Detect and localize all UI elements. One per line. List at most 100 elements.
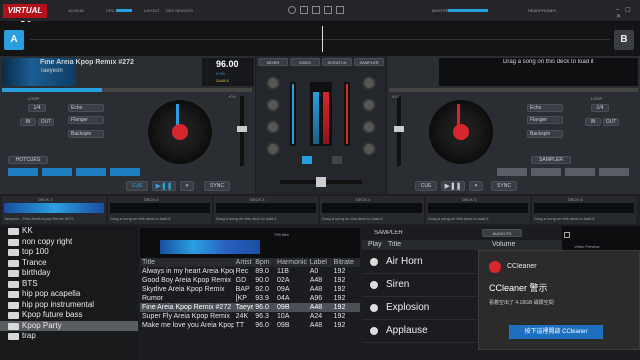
deck-b-progress[interactable] — [389, 88, 638, 92]
deck-a-loop-in[interactable]: IN — [20, 118, 36, 126]
deck-b-sync-button[interactable]: SYNC — [491, 181, 517, 191]
broadcast-icon[interactable] — [300, 6, 308, 14]
deck-a-letter[interactable]: A — [4, 30, 24, 50]
deck-b-loop-out[interactable]: OUT — [603, 118, 619, 126]
deck-a-effect-2[interactable]: Flanger — [68, 116, 104, 124]
deck-b-low-knob[interactable] — [362, 142, 376, 156]
table-row[interactable]: Good Boy Areia Kpop Remix GD 90.0 02A A48 192 — [140, 276, 360, 285]
mini-deck[interactable]: DECK 2 Drag a song on this deck to load i… — [108, 196, 212, 224]
deck-b-cue-button[interactable]: CUE — [415, 181, 437, 191]
sampler-bank[interactable]: AUDIO FX — [482, 229, 522, 237]
mixer-icon[interactable] — [336, 6, 344, 14]
crossfader-handle[interactable] — [316, 177, 326, 187]
sampler-pad[interactable] — [531, 168, 561, 176]
deck-a-sync-icon[interactable]: ✶ — [180, 181, 194, 191]
deck-a-loop-size[interactable]: 1/4 — [28, 104, 46, 112]
layout-label[interactable]: LAYOUT — [144, 8, 160, 14]
deck-b-mid-knob[interactable] — [362, 120, 376, 134]
deck-b-gain-knob[interactable] — [362, 76, 376, 90]
deck-a-volume-fader[interactable] — [290, 82, 296, 146]
sample-play-icon[interactable] — [370, 281, 378, 289]
deck-a-pitch-slider[interactable] — [237, 96, 247, 166]
ccleaner-notification[interactable]: CCleaner CCleaner 警示 看着空出了 4.18GB 磁碟空間 按… — [478, 250, 640, 350]
deck-b-high-knob[interactable] — [362, 98, 376, 112]
table-row[interactable]: Always in my heart Areia Kpop Rec 89.0 11B A… — [140, 267, 360, 276]
table-row[interactable]: Make me love you Areia Kpop TT 96.0 09B A48 1… — [140, 321, 360, 330]
folder-item[interactable]: Kpop Party — [0, 320, 138, 331]
mini-deck[interactable]: DECK 1 Taeyeon - Fine Areia Kpop Remix #2… — [2, 196, 106, 224]
layout-icon[interactable] — [312, 6, 320, 14]
deck-a-jogwheel[interactable] — [148, 100, 212, 164]
deck-a-effect-1[interactable]: Echo — [68, 104, 104, 112]
deck-a-headphone-cue[interactable] — [302, 156, 312, 164]
hotcue-pad[interactable] — [42, 168, 72, 176]
deck-a-progress[interactable] — [2, 88, 252, 92]
deck-b-sampler-mode[interactable]: SAMPLER — [531, 156, 571, 164]
deck-b-effect-1[interactable]: Echo — [527, 104, 563, 112]
sampler-pad[interactable] — [497, 168, 527, 176]
column-header[interactable]: Harmonic — [275, 258, 308, 267]
deck-b-play-button[interactable]: ▶❚❚ — [441, 181, 465, 191]
layout-value[interactable]: DEV DEVICES — [166, 8, 193, 14]
deck-a-low-knob[interactable] — [266, 142, 280, 156]
deck-b-effect-3[interactable]: Backspin — [527, 130, 563, 138]
sample-play-icon[interactable] — [370, 304, 378, 312]
master-volume[interactable] — [448, 9, 488, 12]
deck-b-sync-icon[interactable]: ✶ — [469, 181, 483, 191]
deck-b-loop-size[interactable]: 1/4 — [591, 104, 609, 112]
column-header[interactable]: Artist — [233, 258, 254, 267]
deck-a-high-knob[interactable] — [266, 98, 280, 112]
table-row[interactable]: Super Fly Areia Kpop Remix 24K 96.3 10A A24 1… — [140, 312, 360, 321]
table-row[interactable]: Skydive Areia Kpop Remix BAP 92.0 09A A48 192 — [140, 285, 360, 294]
folder-item[interactable]: BTS — [0, 279, 138, 290]
mini-deck[interactable]: DECK 5 Drag a song on this deck to load i… — [426, 196, 530, 224]
column-header[interactable]: Title — [140, 258, 234, 267]
tab-video[interactable]: VIDEO — [290, 58, 320, 66]
deck-a-cue-button[interactable]: CUE — [126, 181, 148, 191]
folder-item[interactable]: hip pop acapella — [0, 289, 138, 300]
folder-item[interactable]: trap — [0, 331, 138, 342]
ccleaner-open-button[interactable]: 按下這裡開啟 CCleaner — [509, 325, 603, 339]
hotcue-pad[interactable] — [110, 168, 140, 176]
crossfader[interactable] — [280, 177, 362, 187]
deck-b-pitch-slider[interactable] — [394, 96, 404, 166]
column-header[interactable]: Label — [307, 258, 332, 267]
deck-b-volume-fader[interactable] — [344, 82, 350, 146]
window-controls[interactable]: – ▢ ✕ — [616, 6, 636, 20]
deck-a-pitch-handle[interactable] — [237, 126, 247, 132]
deck-b-headphone-cue[interactable] — [332, 156, 342, 164]
video-icon[interactable] — [324, 6, 332, 14]
deck-b-loop-in[interactable]: IN — [585, 118, 601, 126]
deck-a-effect-3[interactable]: Backspin — [68, 130, 104, 138]
folder-item[interactable]: non copy right — [0, 237, 138, 248]
deck-a-sync-button[interactable]: SYNC — [204, 181, 230, 191]
folder-item[interactable]: Kpop future bass — [0, 310, 138, 321]
tab-sampler[interactable]: SAMPLER — [354, 58, 384, 66]
folder-item[interactable]: hip pop instrumental — [0, 300, 138, 311]
deck-a-play-button[interactable]: ▶❚❚ — [152, 181, 176, 191]
record-icon[interactable] — [288, 6, 296, 14]
table-row[interactable]: Fine Areia Kpop Remix #272Taeyeon96.009B… — [140, 303, 360, 312]
mini-deck[interactable]: DECK 4 Drag a song on this deck to load i… — [320, 196, 424, 224]
folder-item[interactable]: KK — [0, 226, 138, 237]
sample-play-icon[interactable] — [370, 327, 378, 335]
deck-a-gain-knob[interactable] — [266, 76, 280, 90]
tab-scratch[interactable]: SCRATCH — [322, 58, 352, 66]
deck-b-letter[interactable]: B — [614, 30, 634, 50]
deck-a-pads-mode[interactable]: HOTCUES — [8, 156, 48, 164]
folder-item[interactable]: birthday — [0, 268, 138, 279]
hotcue-pad[interactable] — [76, 168, 106, 176]
mini-deck[interactable]: DECK 3 Drag a song on this deck to load i… — [214, 196, 318, 224]
table-row[interactable]: Rumor [KP 93.9 04A A96 192 — [140, 294, 360, 303]
folder-item[interactable]: Trance — [0, 258, 138, 269]
hotcue-pad[interactable] — [8, 168, 38, 176]
column-header[interactable]: Bitrate — [331, 258, 360, 267]
sampler-pad[interactable] — [565, 168, 595, 176]
folder-item[interactable]: top 100 — [0, 247, 138, 258]
sample-play-icon[interactable] — [370, 258, 378, 266]
deck-a-mid-knob[interactable] — [266, 120, 280, 134]
deck-b-jogwheel[interactable] — [429, 100, 493, 164]
deck-b-effect-2[interactable]: Flanger — [527, 116, 563, 124]
column-header[interactable]: Bpm — [253, 258, 276, 267]
deck-a-loop-out[interactable]: OUT — [38, 118, 54, 126]
